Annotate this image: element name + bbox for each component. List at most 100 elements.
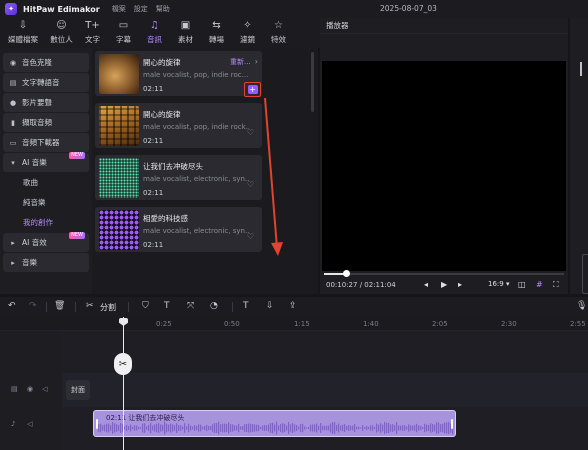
toolbar-audio[interactable]: ♫ 音訊 [139,18,170,48]
sidebar-item-ai-sfx[interactable]: ▸ AI 音效 NEW [3,232,89,252]
sidebar-item-audio-downloader[interactable]: ▭ 音頻下載器 [3,133,89,152]
visibility-icon[interactable]: ◉ [27,385,33,393]
sidebar-item-songs[interactable]: 歌曲 [3,173,89,192]
clip-trim-handle-left[interactable] [96,419,98,429]
music-title: 開心的旋律 [143,110,181,119]
sidebar-item-instrumental[interactable]: 純音樂 [3,193,89,212]
fullscreen-icon[interactable]: ⛶ [553,280,559,290]
split-icon[interactable]: ✂ [86,301,94,311]
speed-icon[interactable]: ◔ [210,301,218,311]
audio-track-icon: ♪ [11,420,16,428]
properties-box[interactable] [582,254,588,294]
music-card[interactable]: 開心的旋律 male vocalist, pop, indie rock... … [95,103,262,148]
volume-icon[interactable]: ◁ [42,385,47,393]
waveform-bar [340,425,342,431]
download-icon[interactable]: ⇩ [266,301,274,311]
waveform-bar [420,425,422,431]
toolbar-effects[interactable]: ☆ 特效 [263,18,294,48]
properties-indicator [580,62,582,76]
sidebar-item-label: 音色克隆 [22,58,52,67]
waveform-bar [314,424,316,432]
chevron-right-icon[interactable]: › [255,57,258,66]
waveform-bar [106,423,108,433]
waveform-bar [362,425,364,431]
app-logo-icon: ✦ [5,3,17,15]
waveform-bar [278,425,280,431]
time-readout: 00:10:27 / 02:11:04 [326,281,396,289]
sidebar-item-music[interactable]: ▸ 音樂 [3,253,89,272]
ruler-tick: 1:15 [294,320,310,328]
waveform-bar [260,426,262,430]
video-preview[interactable] [322,61,566,271]
aspect-ratio-select[interactable]: 16:9 ▾ [488,280,509,288]
scrollbar[interactable] [311,52,314,112]
audio-clip[interactable]: 02:11 让我们去冲破尽头 [93,410,456,437]
waveform-bar [352,425,354,431]
toolbar-subtitle[interactable]: ▭ 字幕 [108,18,139,48]
grid-icon[interactable]: # [536,280,543,289]
waveform-bar [272,422,274,434]
split-label[interactable]: 分割 [100,302,116,313]
sidebar-item-text-to-speech[interactable]: ▤ 文字轉語音 [3,73,89,92]
regenerate-link[interactable]: 重新... [230,57,251,67]
waveform-bar [386,422,388,434]
sidebar-item-extract-audio[interactable]: ▮ 擷取音頻 [3,113,89,132]
playback-progress[interactable] [324,270,564,277]
redo-icon[interactable]: ↷ [29,301,37,311]
favorite-icon[interactable]: ♡ [247,232,254,241]
main-video-track[interactable] [62,373,588,407]
waveform-bar [336,424,338,432]
sidebar-item-ai-music[interactable]: ▾ AI 音樂 NEW [3,152,89,172]
mask-icon[interactable]: ⛉ [142,301,149,311]
music-list-panel: 開心的旋律 重新... › male vocalist, pop, indie … [92,48,318,294]
sidebar-item-label: 純音樂 [23,198,46,207]
progress-knob[interactable] [342,270,350,277]
export-clip-icon[interactable]: ⇪ [289,301,297,311]
music-card[interactable]: 相愛的科技感 male vocalist, electronic, syn...… [95,207,262,252]
waveform-bar [236,425,238,431]
music-card[interactable]: 让我们去冲破尽头 male vocalist, electronic, syn.… [95,155,262,200]
toolbar-avatar[interactable]: ☺ 數位人 [46,18,77,48]
add-to-timeline-button[interactable]: + [247,85,258,94]
player-title: 播放器 [326,21,349,30]
waveform-bar [140,427,142,429]
text-box-icon[interactable]: T [164,301,170,311]
playhead[interactable] [123,317,124,450]
toolbar-sticker[interactable]: ▣ 素材 [170,18,201,48]
waveform-bar [190,425,192,431]
add-text-icon[interactable]: T [243,301,249,311]
crop-icon[interactable]: ⤧ [187,301,194,311]
cover-button[interactable]: 封面 [66,380,90,400]
waveform-bar [322,425,324,431]
sidebar-item-video-voice[interactable]: ● 影片要聲 [3,93,89,112]
favorite-icon[interactable]: ♡ [247,180,254,189]
next-frame-icon[interactable]: ▸ [458,280,462,289]
menu-file[interactable]: 檔案 [112,4,126,14]
volume-icon[interactable]: ◁ [27,420,32,428]
favorite-icon[interactable]: ♡ [247,128,254,137]
waveform-bar [300,424,302,432]
menu-settings[interactable]: 設定 [134,4,148,14]
play-icon[interactable]: ▶ [441,280,447,289]
sidebar-item-voice-clone[interactable]: ◉ 音色克隆 [3,53,89,72]
delete-icon[interactable]: 🗑 [54,301,65,311]
prev-frame-icon[interactable]: ◂ [424,280,428,289]
menu-help[interactable]: 幫助 [156,4,170,14]
music-card[interactable]: 開心的旋律 重新... › male vocalist, pop, indie … [95,51,262,97]
new-badge: NEW [69,232,85,239]
snapshot-icon[interactable]: ◫ [518,280,526,289]
microphone-icon[interactable]: 🎙 [576,301,587,311]
sidebar-item-my-creations[interactable]: 我的創作 [3,213,89,232]
waveform-bar [98,424,100,432]
toolbar-filter[interactable]: ✧ 濾鏡 [232,18,263,48]
scissors-icon[interactable]: ✂ [114,353,132,375]
undo-icon[interactable]: ↶ [8,301,16,311]
toolbar-text[interactable]: T+ 文字 [77,18,108,48]
toolbar-transition[interactable]: ⇆ 轉場 [201,18,232,48]
title-bar: ✦ HitPaw Edimakor 檔案 設定 幫助 2025-08-07_03 [0,0,588,18]
sidebar-item-label: 擷取音頻 [22,118,52,127]
clip-trim-handle-right[interactable] [451,419,453,429]
timeline-ruler[interactable]: 0:25 0:50 1:15 1:40 2:05 2:30 2:55 [0,317,588,331]
toolbar-media[interactable]: ⇩ 媒體檔案 [0,18,46,48]
sidebar-item-label: 音樂 [22,258,37,267]
